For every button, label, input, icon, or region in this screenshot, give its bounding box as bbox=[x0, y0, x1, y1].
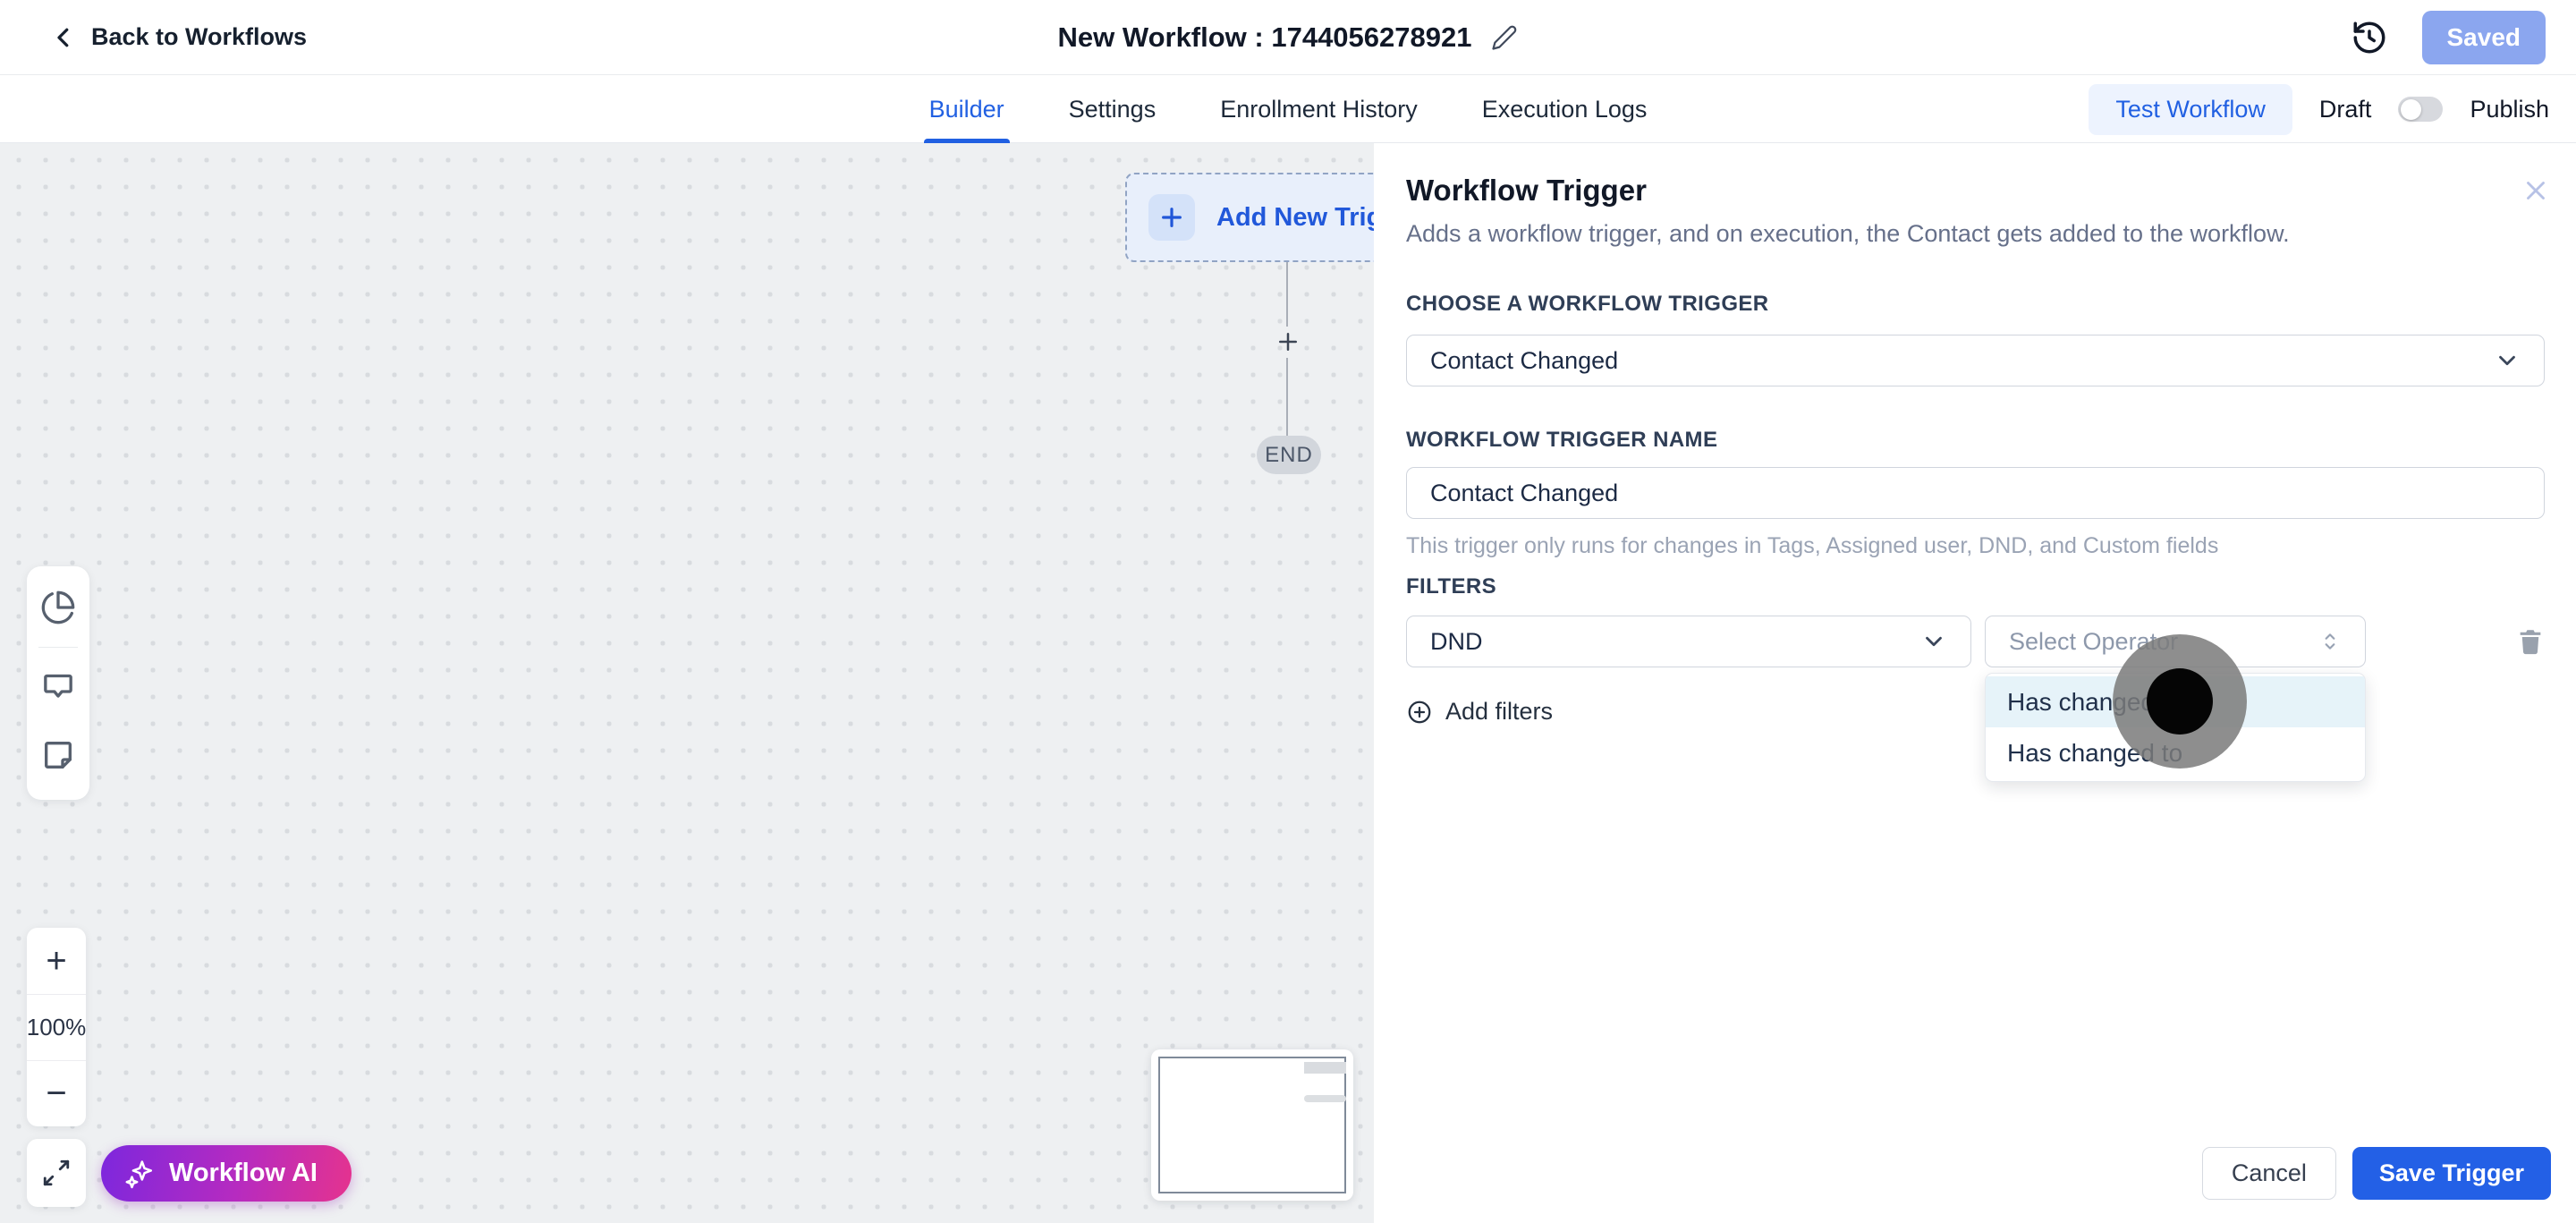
publish-label: Publish bbox=[2470, 96, 2549, 123]
saved-button[interactable]: Saved bbox=[2422, 11, 2546, 64]
expand-icon bbox=[41, 1158, 72, 1188]
workflow-trigger-select[interactable]: Contact Changed bbox=[1406, 335, 2545, 386]
version-history-icon[interactable] bbox=[2351, 19, 2388, 56]
comment-bubble-icon[interactable] bbox=[40, 669, 76, 705]
zoom-level: 100% bbox=[27, 994, 86, 1060]
tab-settings[interactable]: Settings bbox=[1063, 75, 1162, 143]
canvas-side-toolbar bbox=[27, 566, 89, 800]
trigger-select-value: Contact Changed bbox=[1430, 347, 1618, 375]
add-step-plus-icon[interactable] bbox=[1274, 327, 1302, 356]
workflow-ai-label: Workflow AI bbox=[169, 1159, 318, 1188]
trigger-name-field-wrap bbox=[1406, 467, 2545, 519]
operator-dropdown-menu: Has changed Has changed to bbox=[1985, 673, 2366, 782]
panel-title: Workflow Trigger bbox=[1406, 174, 1647, 208]
plus-circle-icon bbox=[1406, 699, 1433, 726]
toggle-knob bbox=[2401, 99, 2421, 120]
edit-title-icon[interactable] bbox=[1491, 24, 1518, 51]
chevron-down-icon bbox=[1920, 628, 1947, 655]
end-node: END bbox=[1257, 436, 1321, 474]
publish-toggle[interactable] bbox=[2398, 97, 2443, 122]
tab-builder[interactable]: Builder bbox=[924, 75, 1010, 143]
minimap-end-marker bbox=[1304, 1095, 1346, 1102]
workflow-canvas[interactable]: Add New Trigger END + 100% − Workf bbox=[0, 143, 1374, 1223]
workflow-ai-button[interactable]: Workflow AI bbox=[101, 1145, 352, 1202]
close-icon[interactable] bbox=[2521, 175, 2551, 206]
connector-line-bottom bbox=[1286, 358, 1288, 436]
select-arrows-icon bbox=[2318, 630, 2342, 653]
zoom-controls: + 100% − bbox=[27, 928, 86, 1126]
trigger-name-helper: This trigger only runs for changes in Ta… bbox=[1406, 533, 2218, 559]
top-header: Back to Workflows New Workflow : 1744056… bbox=[0, 0, 2576, 75]
filters-section-label: FILTERS bbox=[1406, 574, 1496, 599]
save-trigger-button[interactable]: Save Trigger bbox=[2352, 1147, 2551, 1200]
trigger-name-input[interactable] bbox=[1430, 480, 2521, 507]
delete-filter-icon[interactable] bbox=[2515, 626, 2546, 657]
zoom-in-button[interactable]: + bbox=[27, 928, 86, 994]
minimap-viewport bbox=[1158, 1057, 1346, 1193]
tab-bar: Builder Settings Enrollment History Exec… bbox=[0, 75, 2576, 143]
name-section-label: WORKFLOW TRIGGER NAME bbox=[1406, 428, 1717, 453]
trigger-section-label: CHOOSE A WORKFLOW TRIGGER bbox=[1406, 292, 1769, 317]
test-workflow-button[interactable]: Test Workflow bbox=[2089, 84, 2292, 135]
chevron-down-icon bbox=[2494, 347, 2521, 374]
workflow-trigger-panel: Workflow Trigger Adds a workflow trigger… bbox=[1374, 143, 2576, 1223]
filter-operator-select[interactable]: Select Operator bbox=[1985, 616, 2366, 667]
stats-pie-chart-icon[interactable] bbox=[40, 590, 76, 625]
cancel-button[interactable]: Cancel bbox=[2202, 1147, 2336, 1200]
panel-description: Adds a workflow trigger, and on executio… bbox=[1406, 220, 2290, 248]
minimap-node-marker bbox=[1304, 1062, 1346, 1074]
minimap[interactable] bbox=[1151, 1049, 1353, 1201]
add-filters-label: Add filters bbox=[1445, 698, 1553, 726]
sparkles-icon bbox=[124, 1159, 155, 1189]
draft-label: Draft bbox=[2319, 96, 2372, 123]
add-filters-button[interactable]: Add filters bbox=[1406, 698, 1553, 726]
tab-enrollment-history[interactable]: Enrollment History bbox=[1215, 75, 1423, 143]
operator-option-has-changed[interactable]: Has changed bbox=[1986, 676, 2365, 727]
tab-execution-logs[interactable]: Execution Logs bbox=[1477, 75, 1653, 143]
fit-to-screen-button[interactable] bbox=[27, 1139, 86, 1207]
connector-line-top bbox=[1286, 262, 1288, 327]
toolbar-divider bbox=[38, 647, 78, 648]
filter-field-value: DND bbox=[1430, 628, 1483, 656]
page-title: New Workflow : 1744056278921 bbox=[1058, 21, 1472, 54]
operator-placeholder: Select Operator bbox=[2009, 628, 2178, 656]
sticky-note-icon[interactable] bbox=[40, 737, 76, 773]
filter-field-select[interactable]: DND bbox=[1406, 616, 1971, 667]
operator-option-has-changed-to[interactable]: Has changed to bbox=[1986, 727, 2365, 778]
zoom-out-button[interactable]: − bbox=[27, 1060, 86, 1126]
plus-icon bbox=[1148, 194, 1195, 241]
